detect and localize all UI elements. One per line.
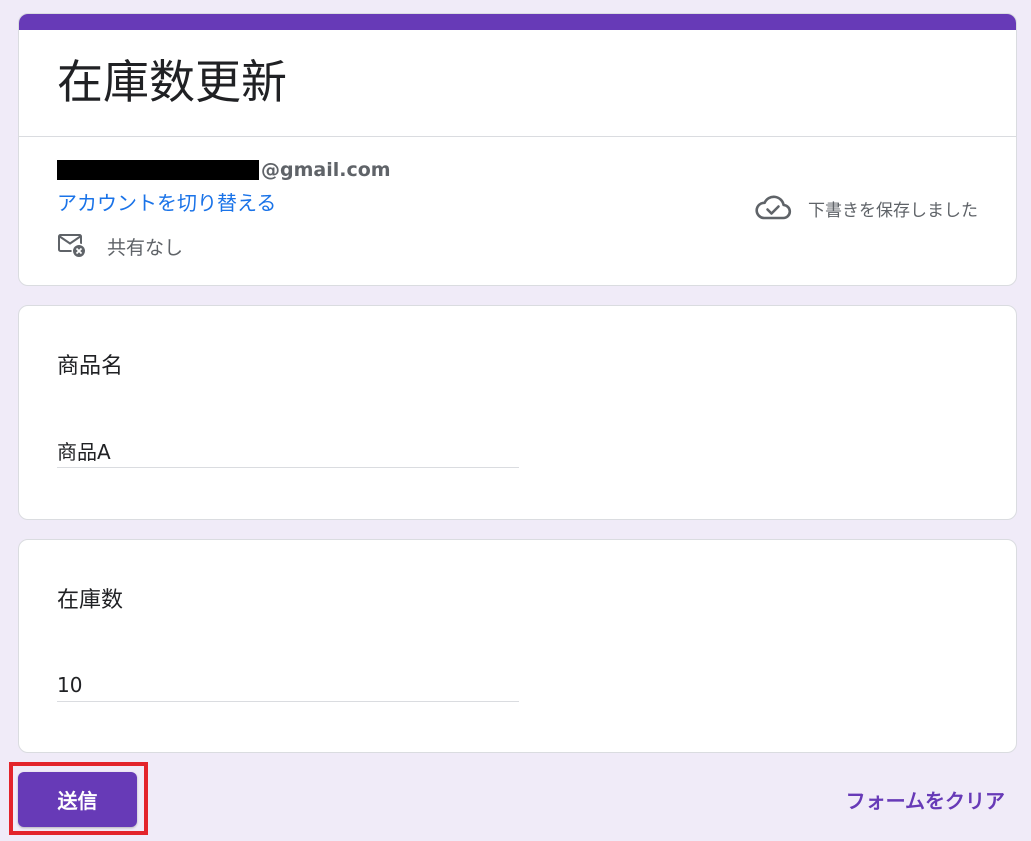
question-card-stock-count: 在庫数: [18, 539, 1017, 753]
question-title: 在庫数: [57, 588, 124, 613]
not-shared-indicator: 共有なし: [57, 232, 183, 260]
not-shared-label: 共有なし: [107, 236, 184, 259]
stock-count-input[interactable]: [57, 668, 519, 702]
draft-saved-status: 下書きを保存しました: [754, 194, 978, 222]
email-domain: @gmail.com: [261, 159, 391, 181]
question-title: 商品名: [57, 354, 124, 379]
submit-button[interactable]: 送信: [18, 772, 137, 827]
form-title: 在庫数更新: [57, 55, 287, 109]
mail-off-icon: [57, 232, 89, 260]
header-divider: [19, 136, 1016, 137]
product-name-input[interactable]: [57, 434, 519, 468]
draft-saved-label: 下書きを保存しました: [808, 200, 978, 221]
account-email: @gmail.com: [57, 158, 391, 182]
form-accent-bar: [19, 14, 1016, 30]
switch-account-link[interactable]: アカウントを切り替える: [57, 187, 276, 216]
cloud-done-icon: [754, 194, 792, 222]
question-card-product-name: 商品名: [18, 305, 1017, 520]
clear-form-link[interactable]: フォームをクリア: [846, 785, 1005, 814]
form-header-card: 在庫数更新 @gmail.com アカウントを切り替える 共有なし 下書きを保存…: [18, 13, 1017, 286]
redacted-email-block: [57, 160, 259, 180]
